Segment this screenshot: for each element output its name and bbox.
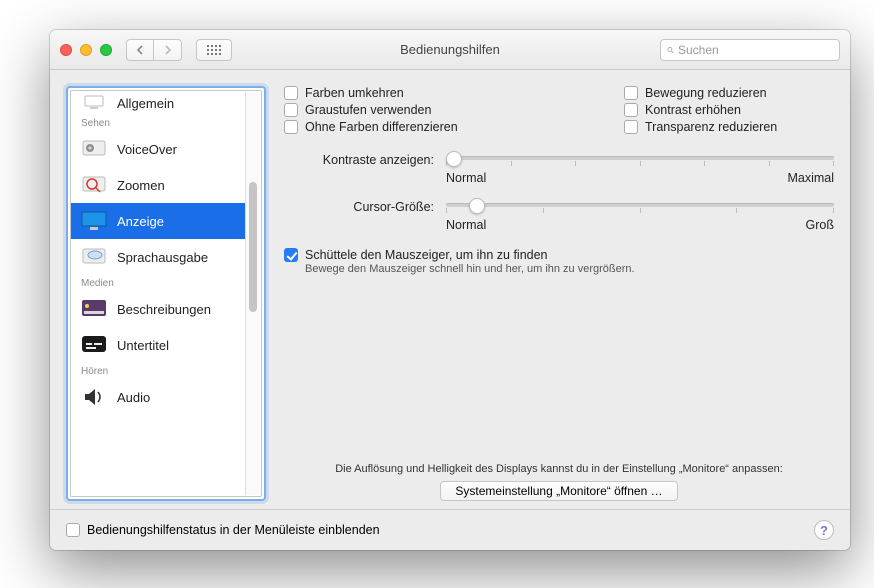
sidebar-group-hoeren: Hören [71, 363, 245, 379]
search-icon [667, 44, 674, 56]
slider-min-label: Normal [446, 171, 486, 185]
checkbox-input[interactable] [284, 248, 298, 262]
search-field[interactable] [660, 39, 840, 61]
help-icon: ? [820, 523, 828, 538]
checkbox-increase-contrast[interactable]: Kontrast erhöhen [624, 103, 834, 117]
sidebar-item-label: Allgemein [117, 96, 174, 111]
slider-label: Cursor-Größe: [284, 200, 434, 214]
checkbox-label: Transparenz reduzieren [645, 120, 777, 134]
sidebar-item-label: VoiceOver [117, 142, 177, 157]
checkbox-shake-to-locate[interactable]: Schüttele den Mauszeiger, um ihn zu find… [284, 248, 834, 262]
speech-icon [81, 245, 107, 269]
sidebar-item-sprachausgabe[interactable]: Sprachausgabe [71, 239, 245, 275]
checkbox-reduce-motion[interactable]: Bewegung reduzieren [624, 86, 834, 100]
checkbox-input[interactable] [284, 103, 298, 117]
close-icon[interactable] [60, 44, 72, 56]
sidebar-scrollbar[interactable] [245, 92, 260, 495]
checkbox-differentiate-without-color[interactable]: Ohne Farben differenzieren [284, 120, 458, 134]
checkbox-invert-colors[interactable]: Farben umkehren [284, 86, 458, 100]
slider-max-label: Maximal [787, 171, 834, 185]
checkbox-show-menu-status[interactable]: Bedienungshilfenstatus in der Menüleiste… [66, 523, 380, 537]
display-hint-text: Die Auflösung und Helligkeit des Display… [284, 463, 834, 475]
zoom-icon [81, 173, 107, 197]
checkbox-input[interactable] [624, 103, 638, 117]
minimize-icon[interactable] [80, 44, 92, 56]
show-all-button[interactable] [196, 39, 232, 61]
checkbox-label: Kontrast erhöhen [645, 103, 741, 117]
contrast-slider-row: Kontraste anzeigen: [284, 152, 834, 167]
sidebar[interactable]: Allgemein Sehen VoiceOver [70, 90, 262, 497]
settings-pane: Farben umkehren Graustufen verwenden Ohn… [284, 86, 834, 501]
checkbox-label: Ohne Farben differenzieren [305, 120, 458, 134]
checkbox-grayscale[interactable]: Graustufen verwenden [284, 103, 458, 117]
checkbox-input[interactable] [624, 86, 638, 100]
nav-buttons [126, 39, 182, 61]
footer: Bedienungshilfenstatus in der Menüleiste… [50, 509, 850, 550]
scrollbar-thumb[interactable] [249, 182, 257, 312]
sidebar-item-voiceover[interactable]: VoiceOver [71, 131, 245, 167]
shake-subtext: Bewege den Mauszeiger schnell hin und he… [305, 263, 834, 275]
sidebar-item-audio[interactable]: Audio [71, 379, 245, 415]
sidebar-group-sehen: Sehen [71, 115, 245, 131]
slider-min-label: Normal [446, 218, 486, 232]
descriptions-icon [81, 297, 107, 321]
sidebar-group-medien: Medien [71, 275, 245, 291]
checkbox-label: Bedienungshilfenstatus in der Menüleiste… [87, 523, 380, 537]
back-button[interactable] [126, 39, 154, 61]
sidebar-item-label: Audio [117, 390, 150, 405]
audio-icon [81, 385, 107, 409]
voiceover-icon [81, 137, 107, 161]
contrast-slider[interactable] [446, 152, 834, 167]
preferences-window: Bedienungshilfen Allgemein [50, 30, 850, 550]
sidebar-item-label: Anzeige [117, 214, 164, 229]
checkbox-input[interactable] [284, 120, 298, 134]
cursor-slider-row: Cursor-Größe: [284, 199, 834, 214]
content: Allgemein Sehen VoiceOver [50, 70, 850, 550]
slider-max-label: Groß [806, 218, 834, 232]
sidebar-item-beschreibungen[interactable]: Beschreibungen [71, 291, 245, 327]
window-controls [60, 44, 112, 56]
zoom-icon[interactable] [100, 44, 112, 56]
checkbox-label: Graustufen verwenden [305, 103, 431, 117]
display-icon [81, 209, 107, 233]
forward-button[interactable] [154, 39, 182, 61]
sidebar-item-zoomen[interactable]: Zoomen [71, 167, 245, 203]
slider-label: Kontraste anzeigen: [284, 153, 434, 167]
cursor-size-slider[interactable] [446, 199, 834, 214]
sidebar-container: Allgemein Sehen VoiceOver [66, 86, 266, 501]
chevron-left-icon [136, 45, 144, 55]
grid-icon [207, 45, 221, 55]
checkbox-input[interactable] [66, 523, 80, 537]
sidebar-item-label: Untertitel [117, 338, 169, 353]
chevron-right-icon [164, 45, 172, 55]
sidebar-item-allgemein[interactable]: Allgemein [71, 91, 245, 115]
search-input[interactable] [678, 43, 833, 57]
sidebar-item-untertitel[interactable]: Untertitel [71, 327, 245, 363]
sidebar-item-label: Beschreibungen [117, 302, 211, 317]
sidebar-item-anzeige[interactable]: Anzeige [71, 203, 245, 239]
open-displays-button[interactable]: Systemeinstellung „Monitore“ öffnen … [440, 481, 677, 501]
sidebar-item-label: Sprachausgabe [117, 250, 208, 265]
captions-icon [81, 333, 107, 357]
help-button[interactable]: ? [814, 520, 834, 540]
checkbox-label: Schüttele den Mauszeiger, um ihn zu find… [305, 248, 548, 262]
checkbox-input[interactable] [624, 120, 638, 134]
general-icon [81, 91, 107, 115]
checkbox-label: Farben umkehren [305, 86, 404, 100]
sidebar-item-label: Zoomen [117, 178, 165, 193]
checkbox-label: Bewegung reduzieren [645, 86, 767, 100]
checkbox-reduce-transparency[interactable]: Transparenz reduzieren [624, 120, 834, 134]
titlebar: Bedienungshilfen [50, 30, 850, 70]
checkbox-input[interactable] [284, 86, 298, 100]
